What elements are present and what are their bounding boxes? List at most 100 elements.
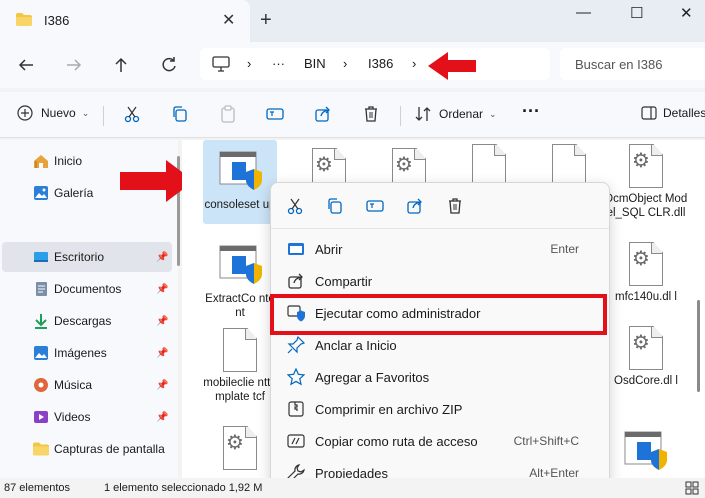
context-quick-actions bbox=[271, 183, 609, 229]
new-label: Nuevo bbox=[41, 106, 76, 120]
refresh-button[interactable] bbox=[158, 54, 180, 76]
search-input[interactable]: Buscar en I386 bbox=[560, 48, 705, 80]
videos-icon bbox=[34, 411, 48, 423]
divider bbox=[400, 106, 401, 126]
new-button[interactable]: Nuevo ⌄ bbox=[17, 105, 89, 121]
sidebar-item-documentos[interactable]: Documentos 📌 bbox=[0, 274, 170, 304]
breadcrumb-i386[interactable]: I386 bbox=[368, 56, 393, 71]
breadcrumb-more[interactable]: ··· bbox=[272, 56, 285, 71]
sidebar-item-escritorio[interactable]: Escritorio 📌 bbox=[2, 242, 172, 272]
open-icon bbox=[288, 243, 304, 255]
pin-icon[interactable]: 📌 bbox=[156, 284, 168, 295]
pin-icon[interactable]: 📌 bbox=[156, 380, 168, 391]
content-scrollbar[interactable] bbox=[697, 300, 700, 392]
selection-info: 1 elemento seleccionado 1,92 M bbox=[104, 482, 263, 494]
maximize-button[interactable]: ☐ bbox=[630, 4, 643, 22]
music-icon bbox=[34, 378, 48, 392]
menu-item-agregar-a-favoritos[interactable]: Agregar a Favoritos bbox=[277, 362, 603, 392]
cut-button[interactable] bbox=[123, 105, 141, 123]
address-bar[interactable]: › ··· BIN › I386 › bbox=[200, 48, 550, 80]
rename-icon bbox=[266, 108, 284, 120]
file-item-consolesetup[interactable]: consoleset up bbox=[203, 140, 277, 224]
sidebar-item-descargas[interactable]: Descargas 📌 bbox=[0, 306, 170, 336]
copy-button[interactable] bbox=[171, 105, 189, 123]
menu-item-copiar-ruta[interactable]: Copiar como ruta de acceso Ctrl+Shift+C bbox=[277, 426, 603, 456]
application-shield-icon bbox=[624, 431, 667, 470]
arrow-left-icon bbox=[18, 59, 33, 71]
file-item-mobileclienttemplate[interactable]: mobileclie nttemplate tcf bbox=[203, 328, 277, 404]
back-button[interactable] bbox=[15, 54, 37, 76]
sidebar-item-label: Descargas bbox=[54, 314, 112, 328]
copy-icon[interactable] bbox=[326, 197, 344, 215]
menu-item-comprimir-zip[interactable]: Comprimir en archivo ZIP bbox=[277, 394, 603, 424]
trash-icon[interactable] bbox=[446, 197, 464, 215]
file-item-dcmobjectmodel[interactable]: ⚙ DcmObject Model_SQL CLR.dll bbox=[604, 144, 688, 220]
file-name: ExtractCo ntent bbox=[205, 293, 275, 319]
tab-close-icon[interactable]: ✕ bbox=[222, 10, 235, 30]
pin-icon[interactable]: 📌 bbox=[156, 252, 168, 263]
paste-button[interactable] bbox=[219, 105, 237, 123]
file-item-app[interactable] bbox=[608, 430, 682, 474]
share-icon bbox=[315, 106, 330, 122]
copy-path-icon bbox=[287, 434, 305, 448]
breadcrumb-separator: › bbox=[343, 56, 348, 71]
status-bar: 87 elementos 1 elemento seleccionado 1,9… bbox=[0, 478, 705, 498]
pin-icon[interactable]: 📌 bbox=[156, 316, 168, 327]
minimize-button[interactable]: — bbox=[576, 4, 591, 21]
sidebar-item-musica[interactable]: Música 📌 bbox=[0, 370, 170, 400]
desktop-icon bbox=[34, 252, 48, 262]
command-bar: Nuevo ⌄ Ordenar ⌄ ··· Detalles bbox=[0, 92, 705, 138]
file-item-osdcore[interactable]: ⚙ OsdCore.dl l bbox=[604, 326, 688, 388]
computer-icon bbox=[212, 56, 230, 72]
file-name: DcmObject Model_SQL CLR.dll bbox=[604, 193, 688, 219]
sort-label: Ordenar bbox=[439, 107, 484, 121]
details-button[interactable]: Detalles bbox=[641, 105, 705, 121]
sidebar-item-label: Escritorio bbox=[54, 250, 105, 264]
share-icon bbox=[288, 273, 303, 289]
file-name: mobileclie nttemplate tcf bbox=[203, 377, 277, 403]
file-item-extractcontent[interactable]: ExtractCo ntent bbox=[203, 244, 277, 320]
pictures-icon bbox=[34, 346, 48, 360]
sidebar-item-label: Documentos bbox=[54, 282, 122, 296]
cut-icon[interactable] bbox=[286, 197, 304, 215]
more-options-button[interactable]: ··· bbox=[522, 101, 540, 122]
sort-button[interactable]: Ordenar ⌄ bbox=[414, 105, 497, 123]
menu-item-abrir[interactable]: Abrir Enter bbox=[277, 234, 603, 264]
gear-icon: ⚙ bbox=[226, 432, 244, 454]
menu-item-compartir[interactable]: Compartir bbox=[277, 266, 603, 296]
file-item-mfc140u[interactable]: ⚙ mfc140u.dl l bbox=[604, 242, 688, 304]
item-count: 87 elementos bbox=[4, 482, 71, 494]
new-tab-button[interactable]: + bbox=[260, 10, 272, 30]
file-name: OsdCore.dl l bbox=[614, 375, 678, 387]
pin-icon[interactable]: 📌 bbox=[156, 412, 168, 423]
menu-item-label: Comprimir en archivo ZIP bbox=[315, 401, 463, 417]
share-button[interactable] bbox=[314, 105, 332, 123]
tab-i386[interactable]: I386 ✕ bbox=[0, 0, 250, 42]
application-shield-icon bbox=[219, 151, 262, 190]
gear-icon: ⚙ bbox=[632, 150, 650, 172]
sidebar-item-label: Imágenes bbox=[54, 346, 107, 360]
forward-button[interactable] bbox=[63, 54, 85, 76]
rename-button[interactable] bbox=[266, 105, 284, 123]
close-window-button[interactable]: ✕ bbox=[680, 4, 693, 22]
up-button[interactable] bbox=[110, 54, 132, 76]
menu-item-label: Compartir bbox=[315, 273, 373, 289]
menu-item-shortcut: Ctrl+Shift+C bbox=[513, 434, 579, 448]
documents-icon bbox=[36, 282, 47, 296]
grid-view-icon[interactable] bbox=[685, 481, 699, 495]
gear-icon: ⚙ bbox=[632, 248, 650, 270]
details-label: Detalles bbox=[663, 106, 705, 120]
divider bbox=[103, 106, 104, 126]
pin-icon[interactable]: 📌 bbox=[156, 348, 168, 359]
breadcrumb-bin[interactable]: BIN bbox=[304, 56, 326, 71]
gear-icon: ⚙ bbox=[632, 332, 650, 354]
file-item-gear[interactable]: ⚙ bbox=[203, 426, 277, 470]
sidebar-item-imagenes[interactable]: Imágenes 📌 bbox=[0, 338, 170, 368]
delete-button[interactable] bbox=[362, 105, 380, 123]
sidebar-item-videos[interactable]: Videos 📌 bbox=[0, 402, 170, 432]
share-icon[interactable] bbox=[406, 197, 424, 215]
file-icon: ⚙ bbox=[223, 426, 257, 470]
rename-icon[interactable] bbox=[366, 197, 384, 215]
breadcrumb-separator[interactable]: › bbox=[412, 56, 416, 71]
sidebar-item-capturas[interactable]: Capturas de pantalla bbox=[0, 434, 170, 464]
